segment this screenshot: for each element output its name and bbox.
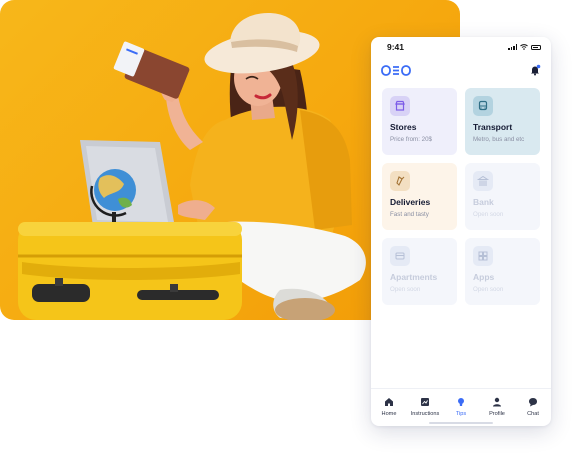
delivery-icon <box>390 171 410 191</box>
home-indicator <box>429 422 493 424</box>
nav-label: Chat <box>527 411 539 417</box>
store-icon <box>390 96 410 116</box>
card-title: Apartments <box>390 272 438 282</box>
home-icon <box>385 398 393 406</box>
card-title: Apps <box>473 272 495 282</box>
lightbulb-icon <box>458 398 464 406</box>
card-title: Transport <box>473 122 513 132</box>
oeo-logo-icon <box>381 64 411 76</box>
card-bank: Bank Open soon <box>465 163 540 230</box>
nav-tips[interactable]: Tips <box>444 397 478 417</box>
nav-label: Profile <box>489 411 505 417</box>
card-stores[interactable]: Stores Price from: 20$ <box>382 88 457 155</box>
app-logo[interactable] <box>381 64 411 76</box>
card-transport[interactable]: Transport Metro, bus and etc <box>465 88 540 155</box>
status-bar: 9:41 <box>371 37 551 57</box>
services-grid: Stores Price from: 20$ Transport Metro, … <box>382 88 540 305</box>
card-subtitle: Open soon <box>473 211 504 218</box>
status-time: 9:41 <box>387 42 405 52</box>
chat-icon <box>529 398 537 407</box>
card-apps: Apps Open soon <box>465 238 540 305</box>
signal-icon <box>508 44 517 50</box>
card-deliveries[interactable]: Deliveries Fast and tasty <box>382 163 457 230</box>
bank-icon <box>473 171 493 191</box>
card-title: Bank <box>473 197 494 207</box>
wifi-icon <box>520 44 528 50</box>
apartment-icon <box>390 246 410 266</box>
status-icons <box>508 44 541 50</box>
instructions-icon <box>421 398 429 406</box>
card-apartments: Apartments Open soon <box>382 238 457 305</box>
nav-label: Home <box>381 411 397 417</box>
card-subtitle: Metro, bus and etc <box>473 136 525 143</box>
nav-profile[interactable]: Profile <box>480 397 514 417</box>
battery-icon <box>531 44 541 50</box>
nav-label: Tips <box>455 411 467 417</box>
notification-bell-icon[interactable] <box>529 64 541 76</box>
nav-instructions[interactable]: Instructions <box>408 397 442 417</box>
phone-mockup: 9:41 Stores Price from: 20$ Transport Me… <box>371 37 551 426</box>
card-subtitle: Price from: 20$ <box>390 136 432 143</box>
card-title: Stores <box>390 122 417 132</box>
card-subtitle: Open soon <box>473 286 504 293</box>
card-subtitle: Open soon <box>390 286 421 293</box>
card-title: Deliveries <box>390 197 431 207</box>
nav-home[interactable]: Home <box>372 397 406 417</box>
card-subtitle: Fast and tasty <box>390 211 429 218</box>
profile-icon <box>493 397 501 407</box>
apps-icon <box>473 246 493 266</box>
bus-icon <box>473 96 493 116</box>
nav-chat[interactable]: Chat <box>516 397 550 417</box>
bottom-nav: Home Instructions Tips Profile Chat <box>371 388 551 426</box>
nav-label: Instructions <box>410 411 440 417</box>
app-header <box>371 57 551 83</box>
